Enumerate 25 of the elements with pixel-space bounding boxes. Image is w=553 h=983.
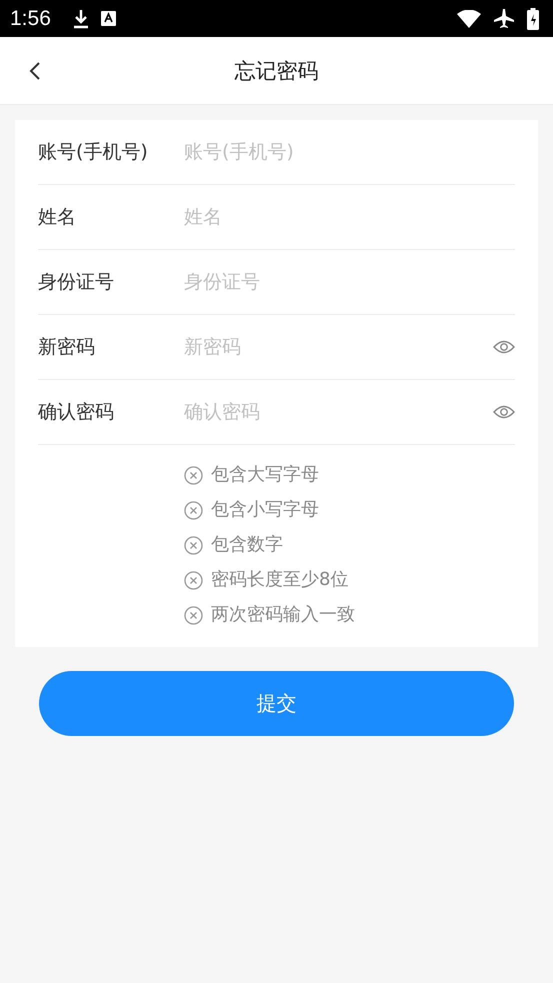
download-icon: [72, 8, 89, 28]
field-label: 确认密码: [38, 400, 115, 425]
input-field[interactable]: 身份证号: [184, 271, 515, 293]
input-field[interactable]: 账号(手机号): [184, 141, 515, 163]
field-label: 账号(手机号): [38, 140, 149, 165]
input-field[interactable]: 新密码: [184, 336, 493, 358]
airplane-icon: [493, 8, 515, 30]
rule-text: 密码长度至少8位: [211, 568, 348, 592]
text-icon: [100, 11, 116, 26]
rule-text: 包含大写字母: [211, 463, 319, 487]
input-field[interactable]: 姓名: [184, 206, 515, 228]
clock: 1:56: [10, 6, 51, 30]
rule-text: 包含小写字母: [211, 498, 319, 522]
field-label: 新密码: [38, 335, 96, 360]
input-field[interactable]: 确认密码: [184, 401, 493, 423]
eye-icon[interactable]: [493, 340, 515, 354]
submit-button[interactable]: 提交: [39, 671, 514, 736]
eye-icon[interactable]: [493, 405, 515, 419]
field-label: 姓名: [38, 205, 77, 230]
page-title: 忘记密码: [234, 58, 318, 84]
rule-text: 两次密码输入一致: [211, 603, 355, 627]
rule-text: 包含数字: [211, 533, 283, 557]
wifi-icon: [457, 10, 481, 28]
battery-icon: [527, 8, 539, 30]
field-label: 身份证号: [38, 270, 115, 295]
